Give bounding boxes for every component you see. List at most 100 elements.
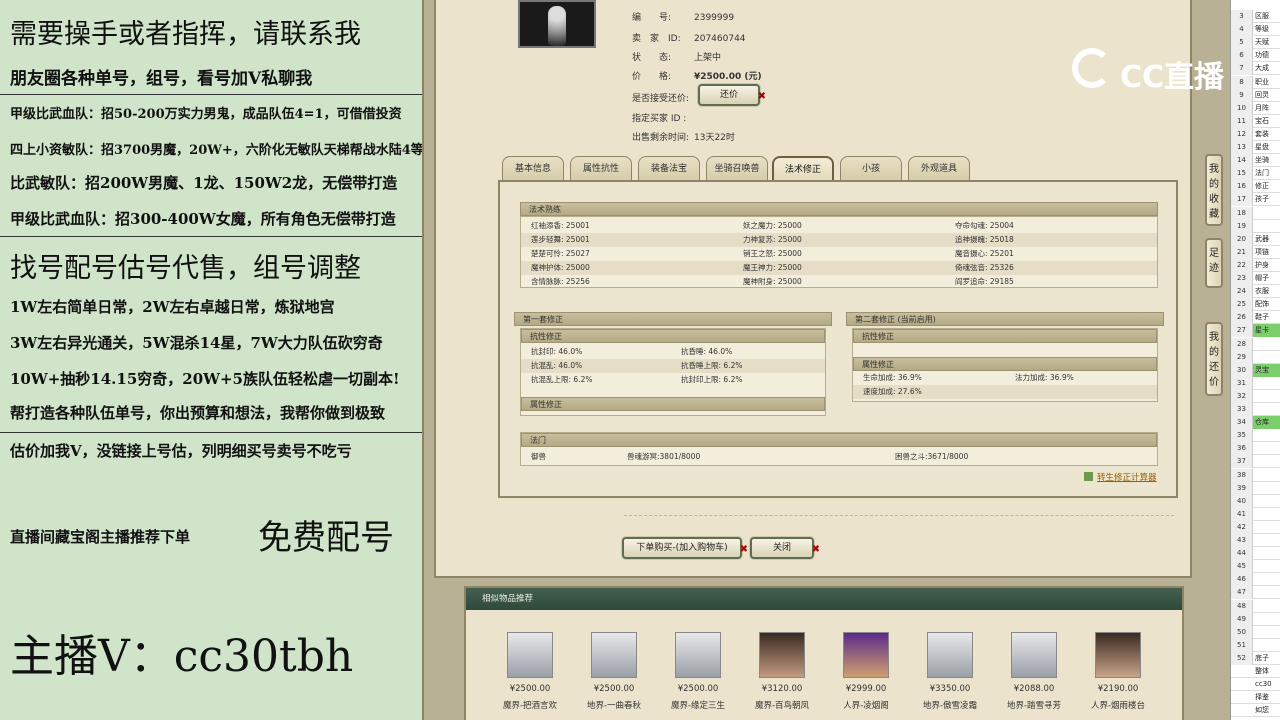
my-favorites-tab[interactable]: 我的收藏 <box>1205 154 1223 226</box>
divider <box>0 236 422 237</box>
sheet-row[interactable]: 39 <box>1231 481 1280 495</box>
promo-line: 找号配号估号代售，组号调整 <box>10 253 361 284</box>
sheet-row[interactable]: 4 等级 <box>1231 23 1280 37</box>
sheet-row[interactable]: 18 <box>1231 206 1280 220</box>
sheet-row[interactable]: 29 <box>1231 350 1280 364</box>
tab-mounts[interactable]: 坐骑召唤兽 <box>706 156 768 182</box>
row-number: 14 <box>1231 154 1253 168</box>
sheet-row[interactable]: 50 <box>1231 625 1280 639</box>
sheet-row[interactable]: 37 <box>1231 455 1280 469</box>
sheet-row[interactable]: 6 功德 <box>1231 49 1280 63</box>
sheet-row[interactable]: 择鉴 <box>1231 691 1280 705</box>
sheet-row[interactable]: 5 天赋 <box>1231 36 1280 50</box>
tab-spell-correction[interactable]: 法术修正 <box>772 156 834 182</box>
sheet-row[interactable]: 40 <box>1231 494 1280 508</box>
sheet-row[interactable]: 19 <box>1231 219 1280 233</box>
sheet-row[interactable]: 33 <box>1231 403 1280 416</box>
sheet-row[interactable]: 20 武器 <box>1231 232 1280 246</box>
sheet-row[interactable]: 38 <box>1231 468 1280 482</box>
row-number: 35 <box>1231 429 1253 443</box>
sheet-row[interactable]: 16 修正 <box>1231 180 1280 194</box>
recommend-item[interactable]: ¥2500.00 魔界-把酒言欢 <box>488 632 572 711</box>
sheet-row[interactable]: 17 孩子 <box>1231 193 1280 207</box>
character-avatar <box>1095 632 1141 678</box>
sheet-row[interactable]: 32 <box>1231 389 1280 403</box>
sheet-row[interactable]: 51 <box>1231 638 1280 652</box>
sheet-row[interactable]: 47 <box>1231 586 1280 600</box>
sheet-row[interactable]: 26 鞋子 <box>1231 311 1280 325</box>
correction-calculator-link[interactable]: 转生修正计算器 <box>1084 471 1157 483</box>
sheet-row[interactable]: 34 仓库 <box>1231 416 1280 430</box>
cell-text <box>1253 444 1255 452</box>
my-bargain-tab[interactable]: 我的还价 <box>1205 322 1223 396</box>
section-header: 第一套修正 <box>514 312 832 326</box>
tab-child[interactable]: 小孩 <box>840 156 902 182</box>
info-row: 状 态: 上架中 <box>632 53 722 63</box>
promo-line: 3W左右异光通关，5W混杀14星，7W大力队伍砍穷奇 <box>10 334 383 352</box>
sheet-row[interactable]: 31 <box>1231 376 1280 390</box>
tab-appearance[interactable]: 外观道具 <box>908 156 970 182</box>
sheet-row[interactable]: 42 <box>1231 520 1280 534</box>
sheet-row[interactable]: 45 <box>1231 560 1280 574</box>
recommend-item[interactable]: ¥3120.00 魔界-百鸟朝凤 <box>740 632 824 711</box>
sheet-row[interactable]: 11 宝石 <box>1231 114 1280 128</box>
cell-text <box>1253 575 1255 583</box>
recommend-item[interactable]: ¥2500.00 魔界-缘定三生 <box>656 632 740 711</box>
sheet-row[interactable]: 25 配饰 <box>1231 298 1280 312</box>
row-number: 13 <box>1231 141 1253 154</box>
table-row: 含情脉脉: 25256 魔神附身: 25000 阎罗追命: 29185 <box>531 277 1014 286</box>
bargain-button[interactable]: 还价 ✖ <box>698 84 766 106</box>
promo-line: 比武敏队：招200W男魔、1龙、150W2龙，无偿带打造 <box>10 174 398 192</box>
sheet-row[interactable]: 12 套装 <box>1231 127 1280 141</box>
sheet-row[interactable]: 30 灵宝 <box>1231 363 1280 377</box>
table-row: 速度加成: 27.6% <box>853 385 1157 399</box>
sheet-row[interactable]: 7 大成 <box>1231 62 1280 76</box>
promo-line: 主播V：cc30tbh <box>10 631 354 682</box>
recommend-item[interactable]: ¥2088.00 地界-踏雪寻芳 <box>992 632 1076 711</box>
sheet-row[interactable]: 52 底子 <box>1231 651 1280 665</box>
promo-line: 甲级比武血队：招50-200万实力男鬼，成品队伍4=1，可借借投资 <box>10 107 402 122</box>
sheet-row[interactable]: 22 护身 <box>1231 258 1280 272</box>
recommend-item[interactable]: ¥2999.00 人界-凌烟阁 <box>824 632 908 711</box>
sheet-row[interactable]: 23 帽子 <box>1231 272 1280 285</box>
sheet-row[interactable]: 10 月阵 <box>1231 101 1280 115</box>
sheet-row[interactable]: 13 星盘 <box>1231 141 1280 154</box>
sheet-row[interactable]: 15 法门 <box>1231 167 1280 181</box>
sheet-row[interactable]: cc30 <box>1231 678 1280 692</box>
sheet-row[interactable]: 43 <box>1231 534 1280 547</box>
sheet-row[interactable]: 46 <box>1231 573 1280 587</box>
sheet-row[interactable]: 24 衣服 <box>1231 285 1280 299</box>
tab-basic-info[interactable]: 基本信息 <box>502 156 564 182</box>
sheet-row[interactable]: 36 <box>1231 442 1280 456</box>
sheet-row[interactable]: 41 <box>1231 507 1280 521</box>
close-button[interactable]: 关闭 ✖ <box>750 537 820 559</box>
cell-text <box>1253 628 1255 636</box>
recommend-item[interactable]: ¥3350.00 地界-傲雪凌霜 <box>908 632 992 711</box>
sheet-row[interactable]: 48 <box>1231 599 1280 613</box>
row-number: 46 <box>1231 573 1253 587</box>
tab-equipment[interactable]: 装备法宝 <box>638 156 700 182</box>
promo-line: 免费配号 <box>258 518 394 558</box>
sheet-row[interactable]: 35 <box>1231 429 1280 443</box>
sheet-row[interactable]: 44 <box>1231 547 1280 561</box>
promo-line: 甲级比武血队：招300-400W女魔，所有角色无偿带打造 <box>10 210 396 228</box>
sheet-row[interactable]: 27 星卡 <box>1231 324 1280 338</box>
sheet-row[interactable]: 21 项链 <box>1231 245 1280 259</box>
sheet-row[interactable]: 14 坐骑 <box>1231 154 1280 168</box>
sheet-row[interactable]: 3 区服 <box>1231 10 1280 23</box>
tab-attributes[interactable]: 属性抗性 <box>570 156 632 182</box>
table-row: 抗混乱: 46.0% 抗昏睡上限: 6.2% <box>521 359 825 373</box>
sheet-row[interactable]: 49 <box>1231 612 1280 626</box>
sheet-row[interactable]: 整体 <box>1231 665 1280 678</box>
buy-button[interactable]: 下单购买-(加入购物车) ✖ <box>622 537 748 559</box>
recommend-item[interactable]: ¥2500.00 地界-一曲春秋 <box>572 632 656 711</box>
sheet-row[interactable]: 如您 <box>1231 704 1280 718</box>
recommend-item[interactable]: ¥2190.00 人界-烟雨楼台 <box>1076 632 1160 711</box>
row-number: 49 <box>1231 612 1253 626</box>
cell-text <box>1253 562 1255 570</box>
sheet-row[interactable]: 28 <box>1231 337 1280 351</box>
sheet-row[interactable]: 9 回灵 <box>1231 88 1280 102</box>
row-number: 50 <box>1231 625 1253 639</box>
footprint-tab[interactable]: 足迹 <box>1205 238 1223 288</box>
sheet-row[interactable]: 8 职业 <box>1231 75 1280 89</box>
